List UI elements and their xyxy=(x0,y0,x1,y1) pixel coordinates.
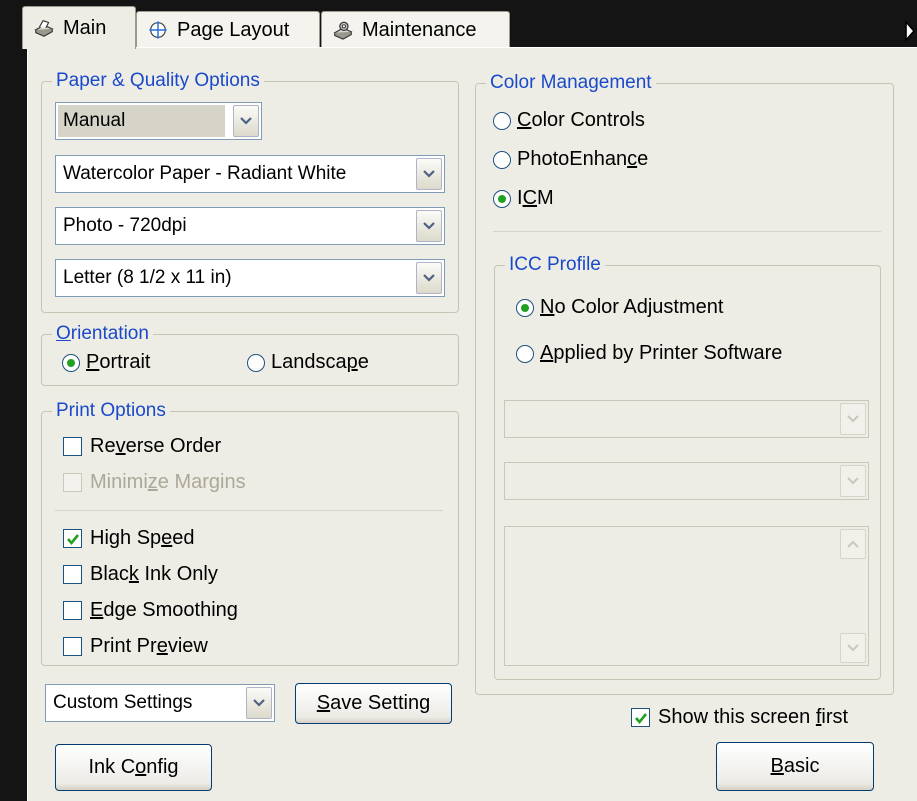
divider xyxy=(55,510,443,511)
minimize-margins-label: Minimize Margins xyxy=(90,471,246,493)
color-management-legend: Color Management xyxy=(486,71,656,95)
portrait-radio[interactable]: Portrait xyxy=(62,351,150,374)
no-color-adjustment-radio[interactable]: No Color Adjustment xyxy=(516,296,723,319)
paper-size-value: Letter (8 1/2 x 11 in) xyxy=(63,267,232,288)
main-tab-panel: Paper & Quality Options Manual Watercolo… xyxy=(27,47,917,801)
chevron-up-icon xyxy=(847,540,859,548)
portrait-label: Portrait xyxy=(86,351,151,373)
print-preview-checkbox[interactable]: Print Preview xyxy=(63,635,208,658)
chevron-down-icon xyxy=(840,465,866,497)
radio-dot[interactable] xyxy=(516,344,534,363)
landscape-label: Landscape xyxy=(271,351,369,373)
divider xyxy=(493,231,881,232)
scroll-up-button xyxy=(840,529,866,559)
reverse-order-label: Reverse Order xyxy=(90,435,222,457)
chevron-down-icon[interactable] xyxy=(246,687,272,719)
edge-smoothing-checkbox[interactable]: Edge Smoothing xyxy=(63,599,238,622)
checkbox-box[interactable] xyxy=(63,637,82,656)
photo-enhance-label: PhotoEnhance xyxy=(517,148,649,170)
radio-dot[interactable] xyxy=(493,150,511,169)
show-screen-first-label: Show this screen first xyxy=(658,706,849,728)
chevron-down-icon[interactable] xyxy=(416,210,442,242)
tab-page-layout[interactable]: Page Layout xyxy=(136,11,320,48)
checkbox-box xyxy=(63,473,82,492)
color-controls-radio[interactable]: Color Controls xyxy=(493,109,645,132)
high-speed-label: High Speed xyxy=(90,527,195,549)
icm-radio[interactable]: ICM xyxy=(493,187,554,210)
minimize-margins-checkbox: Minimize Margins xyxy=(63,471,246,494)
radio-dot[interactable] xyxy=(493,111,511,130)
tab-page-layout-label: Page Layout xyxy=(177,18,290,41)
radio-dot[interactable] xyxy=(247,353,265,372)
quality-mode-select[interactable]: Manual xyxy=(55,102,262,140)
paper-type-select[interactable]: Watercolor Paper - Radiant White xyxy=(55,155,445,193)
maintenance-icon xyxy=(333,21,353,40)
scroll-down-button xyxy=(840,633,866,663)
landscape-radio[interactable]: Landscape xyxy=(247,351,369,374)
no-color-adjustment-label: No Color Adjustment xyxy=(540,296,724,318)
chevron-down-icon[interactable] xyxy=(233,105,259,137)
tab-maintenance-label: Maintenance xyxy=(362,18,477,41)
orientation-legend: Orientation xyxy=(52,322,153,346)
checkbox-box[interactable] xyxy=(63,601,82,620)
icc-profile-legend: ICC Profile xyxy=(505,253,605,277)
tab-main[interactable]: Main xyxy=(22,6,136,49)
tab-scroll-arrow-icon[interactable] xyxy=(903,20,917,42)
ink-config-button[interactable]: Ink Config xyxy=(55,744,212,791)
chevron-down-icon[interactable] xyxy=(416,158,442,190)
applied-by-printer-radio[interactable]: Applied by Printer Software xyxy=(516,342,782,365)
radio-dot[interactable] xyxy=(516,298,534,317)
color-controls-label: Color Controls xyxy=(517,109,645,131)
icc-profile-select-1 xyxy=(504,400,869,438)
print-preview-label: Print Preview xyxy=(90,635,208,657)
print-quality-select[interactable]: Photo - 720dpi xyxy=(55,207,445,245)
paper-quality-legend: Paper & Quality Options xyxy=(52,69,264,93)
checkbox-box[interactable] xyxy=(631,708,650,727)
reverse-order-checkbox[interactable]: Reverse Order xyxy=(63,435,221,458)
paper-size-select[interactable]: Letter (8 1/2 x 11 in) xyxy=(55,259,445,297)
print-quality-value: Photo - 720dpi xyxy=(63,215,187,236)
icm-label: ICM xyxy=(517,187,554,209)
photo-enhance-radio[interactable]: PhotoEnhance xyxy=(493,148,648,171)
quality-mode-value: Manual xyxy=(58,105,225,137)
paper-type-value: Watercolor Paper - Radiant White xyxy=(63,163,347,184)
custom-settings-value: Custom Settings xyxy=(53,692,193,713)
printer-icon xyxy=(34,20,54,37)
checkbox-box[interactable] xyxy=(63,529,82,548)
basic-button[interactable]: Basic xyxy=(716,742,874,791)
chevron-down-icon xyxy=(840,403,866,435)
radio-dot[interactable] xyxy=(493,189,511,208)
icc-profile-listbox xyxy=(504,526,869,666)
save-setting-button[interactable]: Save Setting xyxy=(295,683,452,724)
print-options-legend: Print Options xyxy=(52,399,170,423)
black-ink-only-checkbox[interactable]: Black Ink Only xyxy=(63,563,218,586)
tab-maintenance[interactable]: Maintenance xyxy=(321,11,510,48)
checkbox-box[interactable] xyxy=(63,437,82,456)
black-ink-only-label: Black Ink Only xyxy=(90,563,218,585)
edge-smoothing-label: Edge Smoothing xyxy=(90,599,238,621)
icc-profile-select-2 xyxy=(504,462,869,500)
tab-main-label: Main xyxy=(63,16,107,39)
high-speed-checkbox[interactable]: High Speed xyxy=(63,527,195,550)
checkbox-box[interactable] xyxy=(63,565,82,584)
custom-settings-select[interactable]: Custom Settings xyxy=(45,684,275,722)
radio-dot[interactable] xyxy=(62,353,80,372)
chevron-down-icon xyxy=(847,644,859,652)
chevron-down-icon[interactable] xyxy=(416,262,442,294)
show-screen-first-checkbox[interactable]: Show this screen first xyxy=(631,706,848,729)
page-layout-icon xyxy=(148,20,168,40)
applied-by-printer-label: Applied by Printer Software xyxy=(540,342,783,364)
